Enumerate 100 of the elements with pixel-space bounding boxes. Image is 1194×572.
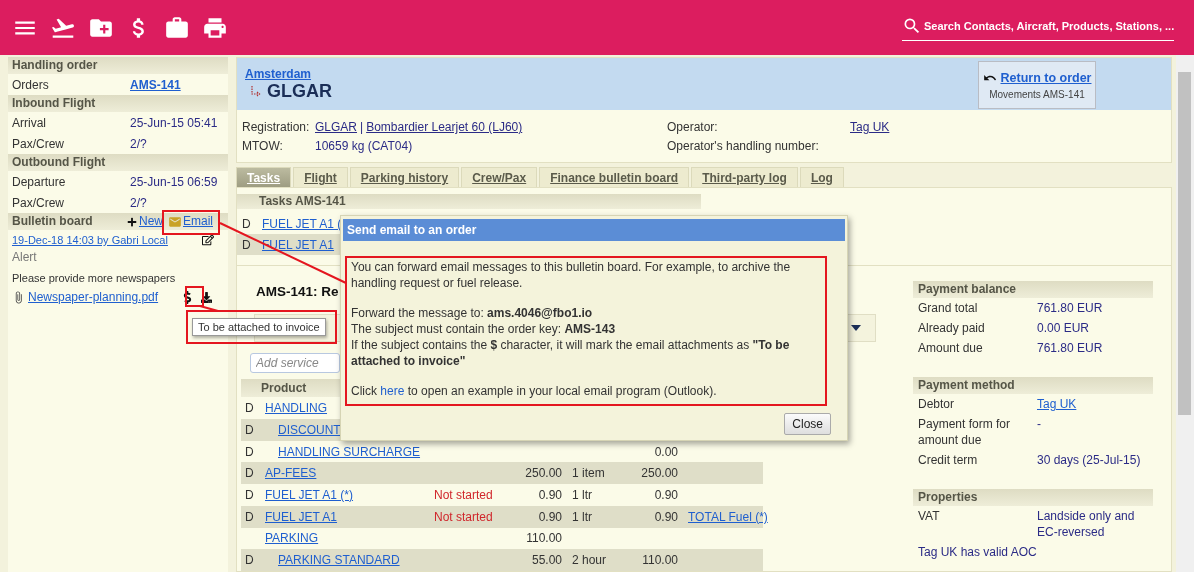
quantity-cell: 2 hour bbox=[572, 553, 607, 568]
section-header: Inbound Flight bbox=[8, 95, 228, 112]
detail-label: MTOW: bbox=[242, 139, 284, 153]
product-link[interactable]: PARKING bbox=[265, 531, 319, 546]
sidebar-label: Pax/Crew bbox=[12, 195, 65, 210]
status-cell-text: D bbox=[245, 444, 255, 459]
section-header: Payment method bbox=[913, 377, 1153, 394]
here-link[interactable]: here bbox=[380, 384, 405, 398]
total-link[interactable]: TOTAL Fuel (*) bbox=[688, 509, 768, 524]
detail-label: Operator's handling number: bbox=[667, 139, 820, 153]
price-cell: 0.90 bbox=[538, 509, 562, 524]
return-button[interactable]: Return to order Movements AMS-141 bbox=[978, 61, 1096, 109]
sidebar-label: Pax/Crew bbox=[12, 136, 65, 151]
status-cell-text: D bbox=[242, 237, 252, 252]
payment-label: Credit term bbox=[918, 452, 979, 468]
status-cell-text: D bbox=[245, 401, 255, 416]
section-title: Bulletin board bbox=[12, 213, 94, 230]
status-cell-text: D bbox=[245, 466, 255, 481]
station-link[interactable]: Amsterdam bbox=[245, 67, 332, 81]
add-service-field[interactable]: Add service bbox=[250, 353, 340, 374]
payment-value: 0.00 EUR bbox=[1037, 320, 1091, 336]
payment-value: 761.80 EUR bbox=[1037, 300, 1104, 316]
detail-link[interactable]: GLGAR bbox=[315, 120, 357, 134]
payment-label: Amount due bbox=[918, 340, 984, 356]
tasks-header: Tasks AMS-141 bbox=[237, 194, 701, 209]
total-cell: 250.00 bbox=[641, 466, 678, 481]
return-link[interactable]: Return to order bbox=[1000, 70, 1092, 85]
total-cell: 0.90 bbox=[654, 509, 678, 524]
search-field[interactable]: Search Contacts, Aircraft, Products, Stations, ... bbox=[902, 16, 1174, 41]
status-cell-text: D bbox=[245, 509, 255, 524]
dialog-text: The subject must contain the order key: AMS-143 bbox=[351, 321, 617, 337]
section-header: Payment balance bbox=[913, 281, 1153, 298]
tab[interactable]: Third-party log bbox=[691, 167, 798, 187]
product-link[interactable]: FUEL JET A1 (*) bbox=[265, 488, 354, 502]
payment-label: Already paid bbox=[918, 320, 986, 336]
status-cell-text: D bbox=[245, 422, 255, 437]
order-link[interactable]: AMS-141 bbox=[130, 77, 181, 92]
product-link[interactable]: PARKING STANDARD bbox=[278, 553, 400, 568]
total-cell: 110.00 bbox=[642, 553, 678, 568]
tab[interactable]: Finance bulletin board bbox=[539, 167, 690, 187]
payment-value: 30 days (25-Jul-15) bbox=[1037, 452, 1142, 468]
payment-label: Debtor bbox=[918, 396, 956, 412]
payment-value: 761.80 EUR bbox=[1037, 340, 1104, 356]
price-cell: 0.90 bbox=[538, 488, 562, 502]
product-link[interactable]: DISCOUNT bbox=[278, 422, 341, 437]
section-header: Handling order bbox=[8, 57, 228, 74]
payment-label: Grand total bbox=[918, 300, 979, 316]
sidebar-label: Departure bbox=[12, 174, 67, 189]
tab[interactable]: Parking history bbox=[349, 167, 460, 187]
return-caption: Movements AMS-141 bbox=[989, 88, 1085, 100]
detail-label: Registration: bbox=[242, 120, 311, 134]
tooltip: To be attached to invoice bbox=[192, 318, 326, 336]
product-link[interactable]: AP-FEES bbox=[265, 466, 317, 481]
status-cell-text: D bbox=[242, 216, 252, 231]
state-text: Not started bbox=[434, 509, 493, 524]
entry-type: Alert bbox=[12, 250, 38, 264]
aircraft-title: GLGAR bbox=[267, 81, 332, 102]
dialog-text: You can forward email messages to this bulletin board. For example, to archive the handling request or fuel release. bbox=[351, 259, 792, 291]
new-link[interactable]: New bbox=[138, 213, 163, 230]
debtor-link[interactable]: Tag UK bbox=[1037, 397, 1077, 411]
detail-link[interactable]: Bombardier Learjet 60 (LJ60) bbox=[366, 120, 523, 134]
total-cell: 0.00 bbox=[654, 444, 678, 459]
tab[interactable]: Flight bbox=[293, 167, 348, 187]
payment-value: Landside only and EC-reversed bbox=[1037, 508, 1136, 540]
state-text: Not started bbox=[434, 488, 493, 502]
sidebar-value: 25-Jun-15 06:59 bbox=[130, 174, 218, 189]
payment-value: - bbox=[1037, 416, 1042, 433]
attachment-link[interactable]: Newspaper-planning.pdf bbox=[28, 290, 178, 304]
price-cell: 110.00 bbox=[526, 531, 562, 546]
sidebar-label: Orders bbox=[12, 77, 50, 92]
tab[interactable]: Log bbox=[799, 167, 844, 187]
product-link[interactable]: HANDLING bbox=[265, 401, 327, 416]
separator: | bbox=[360, 120, 364, 134]
detail-link[interactable]: Tag UK bbox=[850, 120, 890, 134]
price-cell: 250.00 bbox=[525, 466, 562, 481]
email-link[interactable]: Email bbox=[183, 213, 213, 230]
section-header: Outbound Flight bbox=[8, 154, 228, 171]
quantity-cell: 1 ltr bbox=[572, 509, 592, 524]
price-cell: 55.00 bbox=[531, 553, 562, 568]
tab[interactable]: Crew/Pax bbox=[461, 167, 538, 187]
quantity-cell: 1 item bbox=[572, 466, 605, 481]
quantity-cell: 1 ltr bbox=[572, 488, 592, 502]
column-header: Product bbox=[261, 381, 307, 396]
payment-note: Tag UK has valid AOC bbox=[918, 544, 1037, 560]
sidebar-value: 2/? bbox=[130, 195, 147, 210]
close-button[interactable]: Close bbox=[784, 413, 831, 435]
sidebar-value: 2/? bbox=[130, 136, 147, 151]
entry-link[interactable]: 19-Dec-18 14:03 by Gabri Local bbox=[12, 234, 168, 246]
detail-label: Operator: bbox=[667, 120, 719, 134]
sidebar-label: Arrival bbox=[12, 115, 47, 130]
payment-label: Payment form for amount due bbox=[918, 416, 1012, 448]
entry-message: Please provide more newspapers bbox=[12, 272, 177, 284]
dialog-text: Forward the message to: ams.4046@fbo1.io bbox=[351, 305, 594, 321]
dialog-title: Send email to an order bbox=[343, 219, 845, 241]
status-cell-text: D bbox=[245, 553, 255, 568]
product-link[interactable]: HANDLING SURCHARGE bbox=[278, 444, 421, 459]
dialog-text: Click here to open an example in your local email program (Outlook). bbox=[351, 383, 718, 399]
total-cell: 0.90 bbox=[654, 488, 678, 502]
payment-label: VAT bbox=[918, 508, 941, 525]
product-link[interactable]: FUEL JET A1 bbox=[265, 509, 338, 524]
